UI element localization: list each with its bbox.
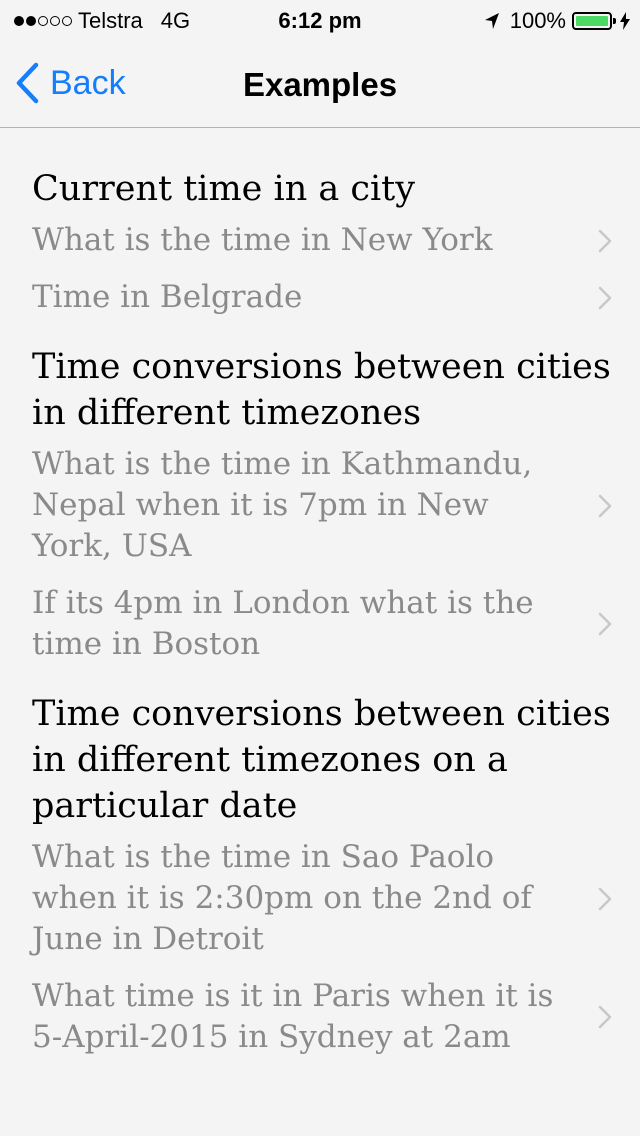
chevron-right-icon <box>598 229 612 253</box>
section-time-conversions: Time conversions between cities in diffe… <box>0 344 640 673</box>
example-text: What time is it in Paris when it is 5-Ap… <box>32 978 554 1055</box>
battery-percent: 100% <box>509 8 566 33</box>
section-heading: Current time in a city <box>32 169 416 209</box>
example-item[interactable]: What time is it in Paris when it is 5-Ap… <box>0 968 640 1066</box>
example-item[interactable]: What is the time in New York <box>0 212 640 269</box>
status-bar: Telstra 4G 6:12 pm 100% <box>0 0 640 40</box>
example-text: If its 4pm in London what is the time in… <box>32 585 534 662</box>
battery-icon <box>572 12 616 30</box>
battery-cap <box>613 18 616 24</box>
section-current-time: Current time in a city What is the time … <box>0 166 640 326</box>
example-text: What is the time in Sao Paolo when it is… <box>32 839 532 957</box>
chevron-right-icon <box>598 494 612 518</box>
example-text: What is the time in Kathmandu, Nepal whe… <box>32 446 533 564</box>
chevron-right-icon <box>598 286 612 310</box>
example-item[interactable]: What is the time in Sao Paolo when it is… <box>0 829 640 968</box>
example-text: What is the time in New York <box>32 222 493 258</box>
chevron-right-icon <box>598 887 612 911</box>
section-time-conversions-date: Time conversions between cities in diffe… <box>0 691 640 1066</box>
page-title: Examples <box>242 66 398 103</box>
chevron-right-icon <box>598 612 612 636</box>
chevron-right-icon <box>598 1005 612 1029</box>
example-item[interactable]: Time in Belgrade <box>0 269 640 326</box>
example-text: Time in Belgrade <box>32 279 303 315</box>
example-item[interactable]: What is the time in Kathmandu, Nepal whe… <box>0 436 640 575</box>
charging-bolt-icon <box>620 12 630 30</box>
section-heading: Time conversions between cities in diffe… <box>32 347 611 433</box>
examples-list: Current time in a city What is the time … <box>0 128 640 1084</box>
status-right: 100% <box>484 8 630 34</box>
battery-fill <box>576 16 608 26</box>
location-arrow-icon <box>484 12 500 30</box>
section-heading: Time conversions between cities in diffe… <box>32 694 611 826</box>
navigation-bar: Back Examples <box>0 40 640 128</box>
example-item[interactable]: If its 4pm in London what is the time in… <box>0 575 640 673</box>
